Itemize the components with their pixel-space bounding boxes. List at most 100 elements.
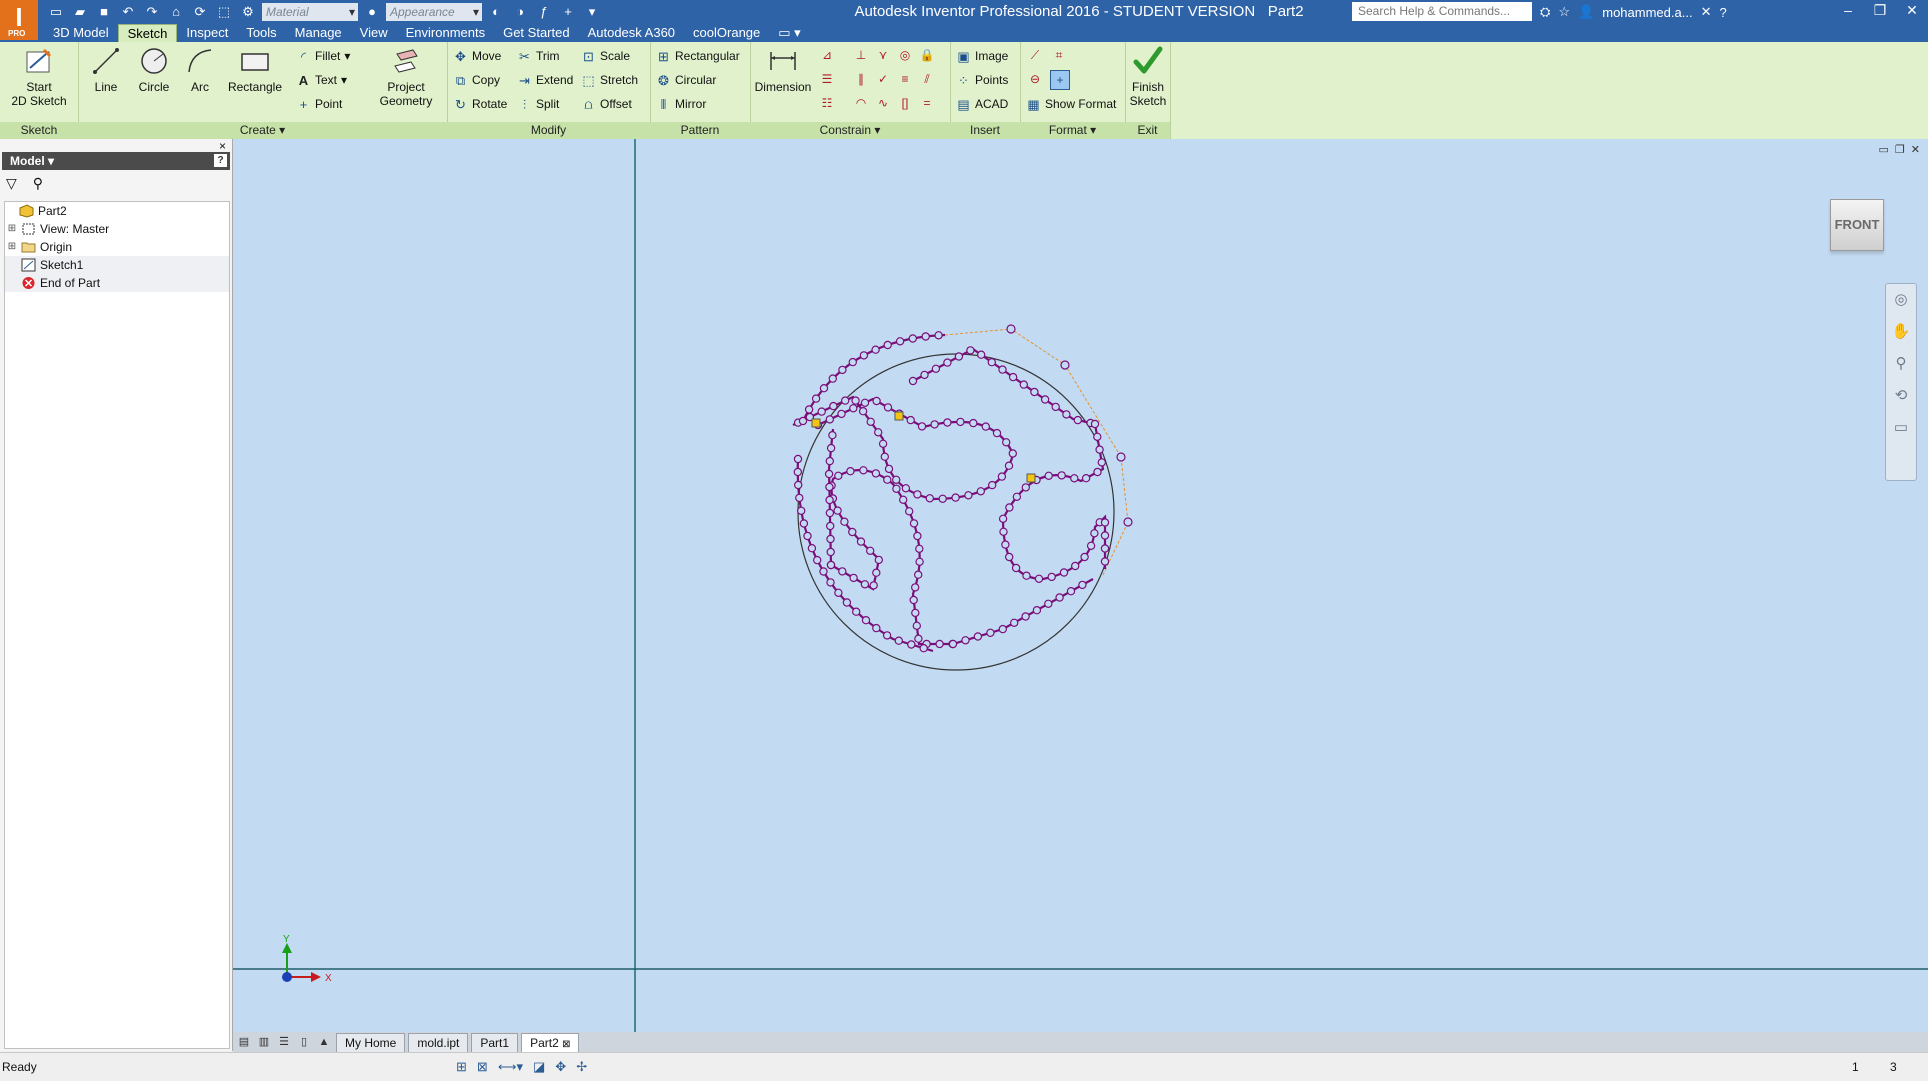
fix-icon[interactable]: 🔒 [918, 46, 936, 64]
sketch-point[interactable] [828, 431, 837, 440]
sketch-point[interactable] [837, 409, 846, 419]
sketch-point[interactable] [829, 401, 838, 411]
tangent-constraint-icon[interactable]: ⋎ [874, 46, 892, 64]
zoom-icon[interactable]: ⚲ [1886, 348, 1916, 380]
sketch-point[interactable] [935, 639, 944, 649]
extend-button[interactable]: ⇥ Extend [517, 70, 573, 90]
sketch-point[interactable] [826, 443, 836, 453]
sketch-point[interactable] [917, 422, 927, 431]
sketch-point[interactable] [1097, 458, 1107, 467]
sketch-point[interactable] [998, 365, 1007, 374]
arc-button[interactable]: Arc [180, 46, 220, 94]
sketch-point[interactable] [834, 471, 843, 480]
sketch-point[interactable] [1002, 438, 1011, 447]
sketch-point[interactable] [901, 484, 911, 493]
sketch-point[interactable] [1100, 531, 1110, 540]
sketch-point[interactable] [943, 418, 952, 427]
sketch-point[interactable] [824, 469, 834, 479]
sketch-point[interactable] [797, 506, 806, 515]
coincident-icon[interactable]: ✓ [874, 70, 892, 88]
smooth-icon[interactable]: ∿ [874, 94, 892, 112]
tab-autodesk-a360[interactable]: Autodesk A360 [579, 24, 684, 42]
sketch-point[interactable] [859, 351, 869, 360]
sketch-canvas[interactable]: Y X [233, 139, 1928, 1032]
sketch-point[interactable] [892, 484, 901, 493]
doc-tab-part1[interactable]: Part1 [471, 1032, 519, 1052]
split-button[interactable]: ⫶ Split [517, 94, 559, 114]
sketch-point[interactable] [826, 521, 835, 531]
constraint-inference-icon[interactable]: ✢ [576, 1053, 587, 1081]
exchange-icon[interactable]: ✕ [1701, 4, 1712, 20]
tab-tools[interactable]: Tools [237, 24, 285, 42]
sketch-point[interactable] [838, 365, 847, 375]
sketch-point[interactable] [954, 352, 964, 361]
open-icon[interactable]: ▰ [70, 3, 90, 21]
browser-help-icon[interactable]: ? [214, 154, 227, 167]
constraint-marker[interactable] [811, 418, 821, 428]
sketch-point[interactable] [1010, 618, 1019, 627]
tile-vertical-icon[interactable]: ▥ [255, 1034, 273, 1050]
sketch-point[interactable] [795, 493, 804, 503]
circular-pattern-button[interactable]: ❂ Circular [656, 70, 716, 90]
sketch-point[interactable] [884, 464, 894, 474]
doc-tab-my-home[interactable]: My Home [336, 1032, 406, 1052]
sketch-point[interactable] [826, 547, 835, 557]
driven-dimension-icon[interactable]: ⌗ [1050, 46, 1068, 64]
user-icon[interactable]: 👤 [1578, 4, 1594, 20]
sketch-point[interactable] [883, 475, 892, 484]
sketch-point[interactable] [1051, 402, 1060, 412]
measure-icon[interactable]: + [558, 3, 578, 21]
sketch-point[interactable] [1044, 471, 1053, 480]
arrange-icon[interactable]: ▯ [295, 1034, 313, 1050]
sketch-point[interactable] [866, 546, 875, 555]
sketch-point[interactable] [920, 370, 929, 380]
tree-node-end-of-part[interactable]: End of Part [5, 274, 229, 292]
sketch-point[interactable] [825, 508, 835, 518]
sketch-point[interactable] [883, 340, 892, 350]
user-name[interactable]: mohammed.a... [1602, 5, 1692, 20]
sketch-point[interactable] [1100, 544, 1110, 553]
graphics-viewport[interactable]: ▭ ❐ ✕ Y X FRONT ◎ ✋ ⚲ ⟲ ▭ [233, 139, 1928, 1032]
offset-button[interactable]: ⩍ Offset [581, 94, 632, 114]
sketch-point[interactable] [878, 439, 888, 448]
auto-dimension-icon[interactable]: ⊿ [818, 46, 836, 64]
sketch-point[interactable] [826, 534, 835, 544]
relax-mode-icon[interactable]: ⊠ [477, 1053, 488, 1081]
sketch-point[interactable] [1034, 574, 1044, 583]
sketch-point[interactable] [826, 560, 836, 570]
sketch-point[interactable] [913, 490, 922, 499]
sketch-point[interactable] [1005, 503, 1014, 512]
show-format-button[interactable]: ▦ Show Format [1026, 94, 1116, 114]
sketch-point[interactable] [966, 346, 975, 355]
undo-icon[interactable]: ↶ [118, 3, 138, 21]
help-search-input[interactable]: Search Help & Commands... [1352, 2, 1532, 21]
sketch-point[interactable] [794, 480, 803, 490]
sketch-point[interactable] [1019, 380, 1029, 389]
sketch-point[interactable] [1059, 568, 1069, 577]
sketch-point[interactable] [838, 567, 847, 576]
filter-icon[interactable]: ▽ [6, 175, 17, 192]
dimension-button[interactable]: Dimension [752, 46, 814, 94]
sketch-point[interactable] [992, 428, 1002, 438]
tab-sketch[interactable]: Sketch [117, 24, 178, 42]
sketch-point[interactable] [828, 374, 838, 383]
sketch-point[interactable] [811, 394, 821, 403]
close-icon[interactable]: ✕ [1896, 0, 1928, 22]
vertical-icon[interactable]: ⫽ [918, 70, 936, 88]
mirror-button[interactable]: ⫴ Mirror [656, 94, 707, 114]
viewcube[interactable]: FRONT [1830, 199, 1884, 251]
redo-icon[interactable]: ↷ [142, 3, 162, 21]
tangent-icon[interactable]: ◠ [852, 94, 870, 112]
sketch-point[interactable] [964, 491, 973, 500]
insert-acad-button[interactable]: ▤ ACAD [956, 94, 1008, 114]
tab-get-started[interactable]: Get Started [494, 24, 578, 42]
concentric-icon[interactable]: ◎ [896, 46, 914, 64]
sketch-point[interactable] [999, 527, 1008, 536]
sketch-point[interactable] [931, 364, 941, 373]
sketch-point[interactable] [906, 415, 915, 425]
equal-icon[interactable]: = [918, 94, 936, 112]
sketch-point[interactable] [1062, 410, 1071, 419]
sketch-point[interactable] [804, 405, 814, 414]
sketch-point[interactable] [925, 494, 935, 503]
sketch-point[interactable] [919, 644, 928, 653]
